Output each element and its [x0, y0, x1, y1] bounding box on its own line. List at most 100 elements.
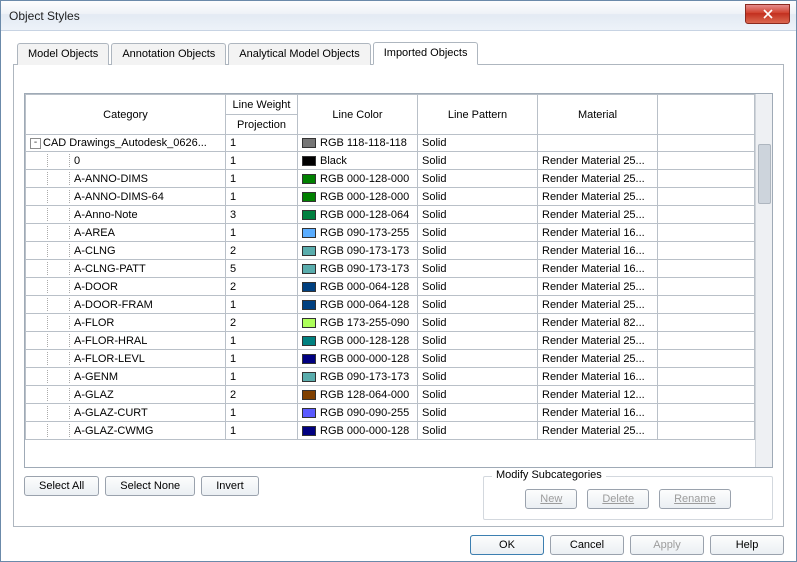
table-row[interactable]: A-GLAZ-CURT1RGB 090-090-255SolidRender M… [26, 404, 755, 422]
tree-expander[interactable]: - [30, 138, 41, 149]
cell-category[interactable]: A-FLOR-LEVL [26, 350, 226, 368]
cell-linepattern[interactable]: Solid [418, 332, 538, 350]
cell-lineweight[interactable]: 1 [226, 332, 298, 350]
cell-lineweight[interactable]: 1 [226, 170, 298, 188]
cell-material[interactable]: Render Material 16... [538, 224, 658, 242]
cell-lineweight[interactable]: 2 [226, 386, 298, 404]
cell-lineweight[interactable]: 5 [226, 260, 298, 278]
cell-lineweight[interactable]: 1 [226, 152, 298, 170]
ok-button[interactable]: OK [470, 535, 544, 555]
vertical-scrollbar[interactable] [755, 94, 772, 467]
cell-linecolor[interactable]: RGB 090-090-255 [298, 404, 418, 422]
cell-linecolor[interactable]: RGB 000-064-128 [298, 296, 418, 314]
close-button[interactable] [745, 4, 790, 24]
cell-category[interactable]: A-FLOR [26, 314, 226, 332]
table-row[interactable]: A-AREA1RGB 090-173-255SolidRender Materi… [26, 224, 755, 242]
cell-linecolor[interactable]: RGB 090-173-255 [298, 224, 418, 242]
select-none-button[interactable]: Select None [105, 476, 195, 496]
cell-material[interactable]: Render Material 25... [538, 206, 658, 224]
cell-linepattern[interactable]: Solid [418, 188, 538, 206]
cell-linecolor[interactable]: RGB 173-255-090 [298, 314, 418, 332]
cell-material[interactable]: Render Material 25... [538, 278, 658, 296]
cell-linecolor[interactable]: RGB 000-128-064 [298, 206, 418, 224]
cell-linecolor[interactable]: RGB 090-173-173 [298, 242, 418, 260]
cell-category[interactable]: A-CLNG-PATT [26, 260, 226, 278]
cell-linecolor[interactable]: RGB 000-000-128 [298, 422, 418, 440]
col-linepattern[interactable]: Line Pattern [418, 95, 538, 135]
col-projection[interactable]: Projection [226, 115, 298, 135]
cell-lineweight[interactable]: 1 [226, 296, 298, 314]
tab-imported-objects[interactable]: Imported Objects [373, 42, 479, 65]
cell-material[interactable]: Render Material 25... [538, 422, 658, 440]
cell-linepattern[interactable]: Solid [418, 386, 538, 404]
cell-linepattern[interactable]: Solid [418, 260, 538, 278]
table-row[interactable]: -CAD Drawings_Autodesk_0626...1RGB 118-1… [26, 135, 755, 152]
col-extra[interactable] [658, 95, 755, 135]
cell-category[interactable]: -CAD Drawings_Autodesk_0626... [26, 135, 226, 152]
cell-category[interactable]: A-GLAZ [26, 386, 226, 404]
table-row[interactable]: A-FLOR-LEVL1RGB 000-000-128SolidRender M… [26, 350, 755, 368]
cell-linepattern[interactable]: Solid [418, 242, 538, 260]
cell-material[interactable]: Render Material 25... [538, 350, 658, 368]
table-row[interactable]: A-FLOR2RGB 173-255-090SolidRender Materi… [26, 314, 755, 332]
cell-linepattern[interactable]: Solid [418, 170, 538, 188]
cell-linecolor[interactable]: RGB 000-128-000 [298, 188, 418, 206]
cell-material[interactable]: Render Material 16... [538, 404, 658, 422]
cell-category[interactable]: 0 [26, 152, 226, 170]
table-row[interactable]: A-GLAZ-CWMG1RGB 000-000-128SolidRender M… [26, 422, 755, 440]
tab-model-objects[interactable]: Model Objects [17, 43, 109, 65]
cell-linecolor[interactable]: Black [298, 152, 418, 170]
cell-material[interactable]: Render Material 25... [538, 170, 658, 188]
cell-material[interactable]: Render Material 16... [538, 260, 658, 278]
cell-linepattern[interactable]: Solid [418, 224, 538, 242]
help-button[interactable]: Help [710, 535, 784, 555]
cell-lineweight[interactable]: 1 [226, 350, 298, 368]
cell-linecolor[interactable]: RGB 128-064-000 [298, 386, 418, 404]
cell-category[interactable]: A-ANNO-DIMS-64 [26, 188, 226, 206]
table-row[interactable]: A-FLOR-HRAL1RGB 000-128-128SolidRender M… [26, 332, 755, 350]
cell-material[interactable]: Render Material 25... [538, 332, 658, 350]
cell-linepattern[interactable]: Solid [418, 404, 538, 422]
table-row[interactable]: A-GLAZ2RGB 128-064-000SolidRender Materi… [26, 386, 755, 404]
cell-linepattern[interactable]: Solid [418, 350, 538, 368]
cell-linecolor[interactable]: RGB 000-128-128 [298, 332, 418, 350]
cell-material[interactable] [538, 135, 658, 152]
cancel-button[interactable]: Cancel [550, 535, 624, 555]
table-row[interactable]: A-CLNG-PATT5RGB 090-173-173SolidRender M… [26, 260, 755, 278]
cell-lineweight[interactable]: 2 [226, 242, 298, 260]
table-row[interactable]: A-ANNO-DIMS1RGB 000-128-000SolidRender M… [26, 170, 755, 188]
cell-linepattern[interactable]: Solid [418, 314, 538, 332]
cell-category[interactable]: A-DOOR-FRAM [26, 296, 226, 314]
col-lineweight[interactable]: Line Weight [226, 95, 298, 115]
table-row[interactable]: A-ANNO-DIMS-641RGB 000-128-000SolidRende… [26, 188, 755, 206]
tab-analytical-model-objects[interactable]: Analytical Model Objects [228, 43, 370, 65]
cell-category[interactable]: A-Anno-Note [26, 206, 226, 224]
cell-category[interactable]: A-GENM [26, 368, 226, 386]
col-material[interactable]: Material [538, 95, 658, 135]
cell-linepattern[interactable]: Solid [418, 206, 538, 224]
table-row[interactable]: A-GENM1RGB 090-173-173SolidRender Materi… [26, 368, 755, 386]
cell-material[interactable]: Render Material 16... [538, 242, 658, 260]
cell-material[interactable]: Render Material 25... [538, 296, 658, 314]
cell-linecolor[interactable]: RGB 000-000-128 [298, 350, 418, 368]
cell-lineweight[interactable]: 1 [226, 422, 298, 440]
cell-linepattern[interactable]: Solid [418, 296, 538, 314]
tab-annotation-objects[interactable]: Annotation Objects [111, 43, 226, 65]
col-linecolor[interactable]: Line Color [298, 95, 418, 135]
cell-category[interactable]: A-ANNO-DIMS [26, 170, 226, 188]
cell-category[interactable]: A-FLOR-HRAL [26, 332, 226, 350]
cell-linepattern[interactable]: Solid [418, 135, 538, 152]
cell-linecolor[interactable]: RGB 118-118-118 [298, 135, 418, 152]
cell-lineweight[interactable]: 2 [226, 278, 298, 296]
cell-linepattern[interactable]: Solid [418, 152, 538, 170]
cell-category[interactable]: A-AREA [26, 224, 226, 242]
cell-category[interactable]: A-DOOR [26, 278, 226, 296]
cell-category[interactable]: A-GLAZ-CURT [26, 404, 226, 422]
table-row[interactable]: A-CLNG2RGB 090-173-173SolidRender Materi… [26, 242, 755, 260]
cell-linecolor[interactable]: RGB 000-064-128 [298, 278, 418, 296]
cell-lineweight[interactable]: 3 [226, 206, 298, 224]
cell-category[interactable]: A-GLAZ-CWMG [26, 422, 226, 440]
scrollbar-thumb[interactable] [758, 144, 771, 204]
table-row[interactable]: 01BlackSolidRender Material 25... [26, 152, 755, 170]
cell-material[interactable]: Render Material 12... [538, 386, 658, 404]
